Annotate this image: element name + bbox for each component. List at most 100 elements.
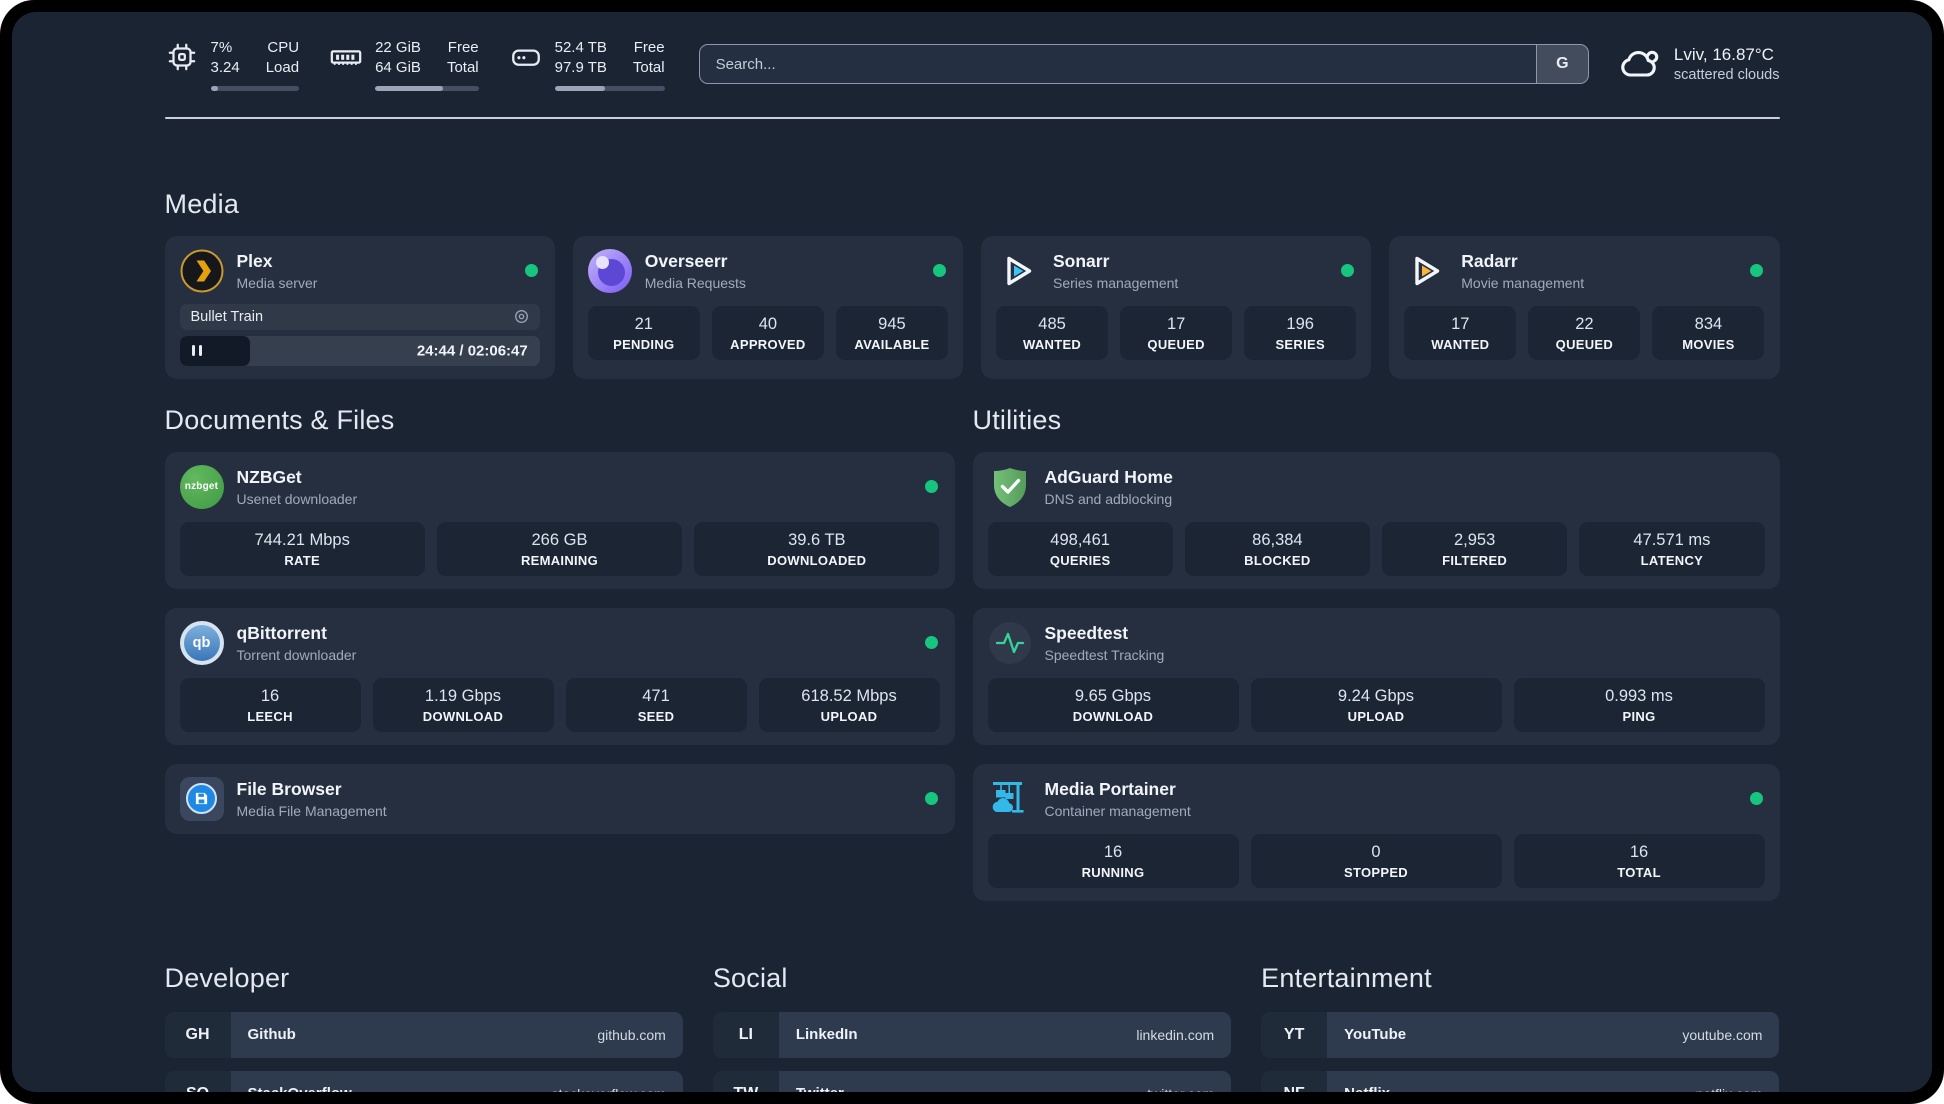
service-card-qbittorrent[interactable]: qb qBittorrent Torrent downloader 16 LEE…: [164, 607, 955, 745]
stat-label: SEED: [637, 708, 675, 724]
bookmark-abbr: SO: [164, 1070, 231, 1092]
section-title-entertainment: Entertainment: [1261, 962, 1432, 993]
status-dot: [1341, 264, 1355, 277]
ram-icon: [330, 50, 362, 65]
stat-tile: 21 PENDING: [587, 305, 700, 360]
service-subtitle: Usenet downloader: [236, 490, 358, 507]
service-card-overseerr[interactable]: Overseerr Media Requests 21 PENDING 40 A…: [572, 235, 963, 379]
stat-tile: 2,953 FILTERED: [1382, 521, 1568, 576]
service-card-plex[interactable]: Plex Media server Bullet Train 24:44 / 0…: [164, 235, 555, 379]
stat-value: 2,953: [1453, 530, 1496, 549]
disk-icon: [511, 49, 540, 66]
stat-tile: 945 AVAILABLE: [835, 305, 948, 360]
stat-value: 21: [634, 314, 653, 333]
bookmark-row-linkedin[interactable]: LI LinkedIn linkedin.com: [712, 1011, 1232, 1058]
disk-free-value: 52.4 TB: [554, 39, 607, 56]
bookmark-row-netflix[interactable]: NF Netflix netflix.com: [1261, 1070, 1780, 1092]
stat-tile: 17 WANTED: [1404, 305, 1517, 360]
status-dot: [524, 264, 538, 277]
stat-label: QUEUED: [1555, 336, 1614, 352]
stat-label: DOWNLOAD: [1072, 708, 1154, 724]
service-card-filebrowser[interactable]: File Browser Media File Management: [164, 763, 955, 834]
search-input[interactable]: [699, 45, 1536, 84]
stat-label: RATE: [284, 552, 320, 568]
bookmarks-social: Social LI LinkedIn linkedin.com TW Twitt…: [712, 962, 1232, 1093]
sonarr-icon: [996, 249, 1040, 293]
weather-location-temp: Lviv, 16.87°C: [1673, 45, 1774, 65]
stat-tile: 16 LEECH: [179, 677, 361, 732]
utilities-column: Utilities AdGuard Home DNS and adblockin…: [972, 405, 1780, 901]
stat-value: 47.571 ms: [1633, 530, 1711, 549]
stat-tile: 39.6 TB DOWNLOADED: [694, 521, 940, 576]
section-title-social: Social: [712, 962, 788, 993]
bookmark-row-github[interactable]: GH Github github.com: [164, 1011, 683, 1058]
bookmark-domain: github.com: [597, 1026, 666, 1043]
stat-tile: 1.19 Gbps DOWNLOAD: [372, 677, 554, 732]
speedtest-icon: [988, 621, 1032, 665]
pause-icon: [191, 345, 203, 356]
weather-condition: scattered clouds: [1673, 67, 1780, 84]
service-card-speedtest[interactable]: Speedtest Speedtest Tracking 9.65 Gbps D…: [972, 607, 1780, 745]
bookmark-domain: twitter.com: [1147, 1086, 1214, 1093]
bookmark-abbr: LI: [712, 1011, 779, 1058]
stat-label: RUNNING: [1081, 864, 1145, 880]
search-provider-button[interactable]: G: [1535, 45, 1588, 84]
disk-progress-bar: [554, 85, 665, 91]
header-divider: [164, 116, 1780, 119]
cpu-load-value: 3.24: [210, 59, 240, 77]
service-card-nzbget[interactable]: nzbget NZBGet Usenet downloader 744.21 M…: [164, 451, 955, 589]
bookmark-name: Twitter: [796, 1085, 844, 1092]
stat-value: 16: [260, 686, 280, 705]
service-title: Radarr: [1461, 250, 1518, 271]
service-card-portainer[interactable]: Media Portainer Container management 16 …: [972, 763, 1780, 901]
stat-label: DOWNLOAD: [422, 708, 504, 724]
service-title: File Browser: [236, 778, 342, 799]
bookmark-row-twitter[interactable]: TW Twitter twitter.com: [712, 1070, 1232, 1093]
stat-value: 16: [1103, 842, 1123, 861]
cloud-icon: [1621, 51, 1659, 77]
stat-tile: 744.21 Mbps RATE: [179, 521, 425, 576]
service-title: Sonarr: [1053, 250, 1110, 271]
stat-value: 498,461: [1050, 530, 1110, 549]
stat-label: PENDING: [613, 336, 675, 352]
disk-total-value: 97.9 TB: [554, 59, 607, 77]
search-bar: G: [698, 44, 1589, 85]
stat-value: 1.19 Gbps: [424, 686, 502, 705]
stat-tile: 22 QUEUED: [1528, 305, 1641, 360]
stat-label: QUEUED: [1147, 336, 1205, 352]
stat-value: 834: [1694, 314, 1723, 333]
service-title: Overseerr: [644, 250, 728, 271]
bookmark-row-stackoverflow[interactable]: SO StackOverflow stackoverflow.com: [164, 1070, 683, 1092]
playback-time: 24:44 / 02:06:47: [416, 342, 528, 359]
service-subtitle: Media Requests: [644, 274, 746, 291]
stat-label: TOTAL: [1617, 864, 1661, 880]
bookmark-row-youtube[interactable]: YT YouTube youtube.com: [1261, 1011, 1780, 1058]
cpu-progress-bar: [210, 85, 300, 91]
memory-free-value: 22 GiB: [375, 39, 421, 56]
stat-label: DOWNLOADED: [767, 552, 867, 568]
bookmark-abbr: NF: [1261, 1070, 1328, 1092]
stat-label: SERIES: [1275, 336, 1325, 352]
stat-tile: 834 MOVIES: [1652, 305, 1765, 360]
service-card-radarr[interactable]: Radarr Movie management 17 WANTED 22 QUE…: [1389, 235, 1780, 379]
stat-label: MOVIES: [1682, 336, 1735, 352]
stat-value: 22: [1575, 314, 1594, 333]
stat-tile: 0.993 ms PING: [1513, 677, 1765, 732]
stat-label: BLOCKED: [1244, 552, 1311, 568]
stat-value: 17: [1166, 314, 1186, 333]
stat-tile: 485 WANTED: [996, 305, 1109, 360]
service-card-adguard[interactable]: AdGuard Home DNS and adblocking 498,461 …: [972, 451, 1780, 589]
cpu-usage-label: CPU: [267, 39, 300, 56]
stat-label: WANTED: [1022, 336, 1082, 352]
service-subtitle: Media server: [236, 274, 318, 291]
service-subtitle: Container management: [1044, 802, 1191, 819]
cpu-load-label: Load: [265, 59, 300, 77]
top-bar: 7% 3.24 CPU Load 22 GiB 64 GiB Free Tota…: [165, 38, 1780, 91]
stat-label: LATENCY: [1640, 552, 1704, 568]
service-title: Plex: [236, 250, 273, 271]
stat-value: 945: [878, 314, 906, 333]
service-subtitle: Torrent downloader: [236, 646, 357, 663]
radarr-icon: [1404, 249, 1448, 293]
service-card-sonarr[interactable]: Sonarr Series management 485 WANTED 17 Q…: [981, 235, 1372, 379]
service-subtitle: DNS and adblocking: [1044, 490, 1173, 507]
